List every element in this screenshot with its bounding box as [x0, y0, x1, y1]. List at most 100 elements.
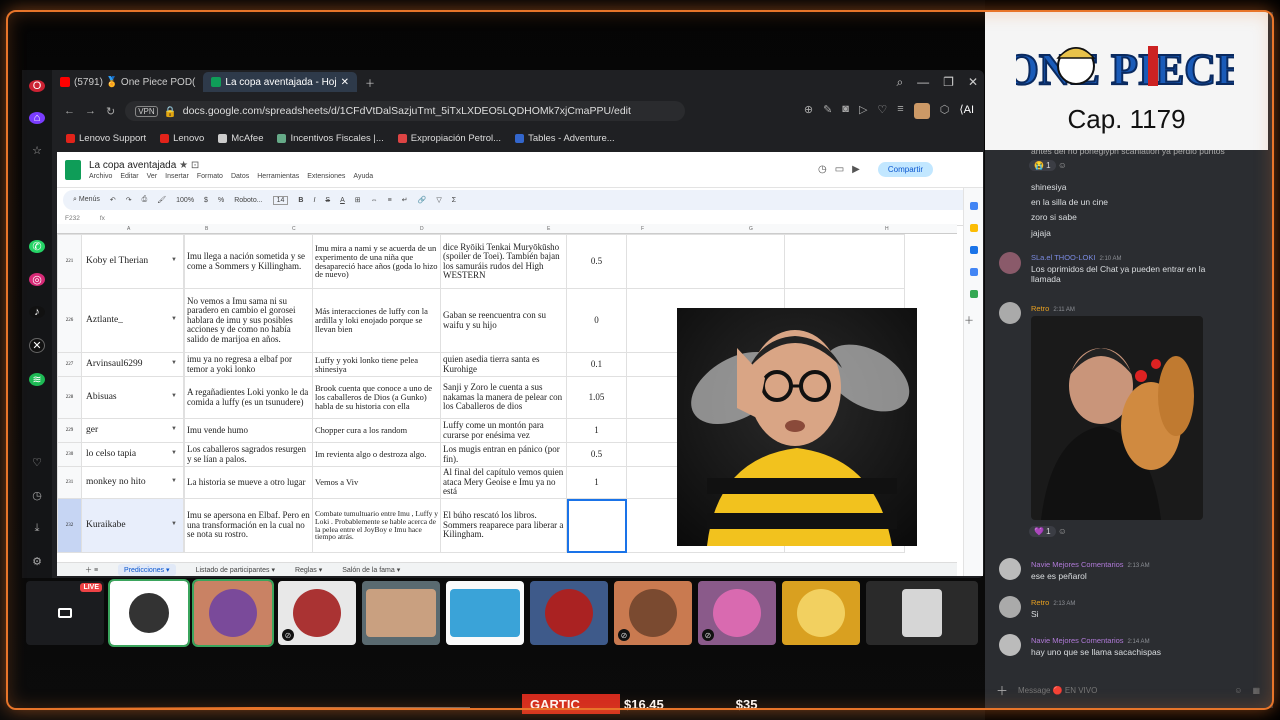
prediction-2-cell[interactable]: Imu mira a nami y se acuerda de un exper… [312, 234, 441, 289]
prediction-1-cell[interactable]: Los caballeros sagrados resurgen y se lí… [184, 442, 313, 467]
col-h[interactable]: H [885, 226, 889, 232]
participant-screen-share[interactable]: LIVE [26, 581, 104, 645]
edit-icon[interactable]: ✎ [823, 103, 832, 119]
participant-tile[interactable] [782, 581, 860, 645]
col-c[interactable]: C [292, 226, 296, 232]
dropdown-arrow-icon[interactable]: ▼ [171, 360, 177, 370]
close-window-button[interactable]: ✕ [968, 75, 978, 89]
reload-icon[interactable]: ↻ [106, 105, 115, 118]
font-size-field[interactable]: 14 [272, 195, 289, 205]
add-addon-icon[interactable]: ＋ [964, 312, 983, 327]
percent-icon[interactable]: % [218, 197, 224, 204]
redo-icon[interactable]: ↷ [126, 196, 132, 204]
bookmark-expropiacion[interactable]: Expropiación Petrol... [397, 133, 501, 144]
participant-tile[interactable] [866, 581, 978, 645]
name-cell[interactable]: ger ▼ [81, 418, 184, 443]
add-reaction-icon[interactable]: ☺ [1058, 160, 1067, 170]
chat-image-attachment[interactable] [1031, 316, 1203, 520]
prediction-2-cell[interactable]: Brook cuenta que conoce a uno de los cab… [312, 376, 441, 419]
score-cell-selected[interactable] [566, 498, 627, 553]
row-number[interactable]: 230 [57, 442, 82, 467]
message-author[interactable]: Navie Mejores Comentarios [1031, 636, 1124, 645]
wrap-icon[interactable]: ↵ [402, 196, 408, 204]
bookmark-tables[interactable]: Tables - Adventure... [515, 133, 615, 144]
prediction-2-cell[interactable]: Chopper cura a los random [312, 418, 441, 443]
prediction-3-cell[interactable]: Luffy come un montón para curarse por en… [440, 418, 567, 443]
history-icon[interactable]: ◷ [29, 489, 45, 502]
profile-avatar[interactable] [913, 103, 930, 119]
keep-icon[interactable] [969, 224, 978, 232]
prediction-3-cell[interactable]: dice Ryōiki Tenkai Muryōkūsho (spoiler d… [440, 234, 567, 289]
prediction-3-cell[interactable]: Al final del capítulo vemos quien ataca … [440, 466, 567, 499]
menu-formato[interactable]: Formato [197, 173, 223, 180]
merge-icon[interactable]: ⇔ [371, 197, 378, 204]
avatar[interactable] [999, 634, 1021, 656]
row-number[interactable]: 228 [57, 376, 82, 419]
video-call-icon[interactable]: ▶ [852, 164, 860, 175]
link-icon[interactable]: 🔗 [418, 196, 427, 204]
empty-cell[interactable] [784, 234, 905, 289]
paint-format-icon[interactable]: 🖌 [157, 196, 166, 204]
score-cell[interactable]: 0 [566, 288, 627, 353]
prediction-2-cell[interactable]: Luffy y yoki lonko tiene pelea shinesiya [312, 352, 441, 377]
menu-archivo[interactable]: Archivo [89, 173, 112, 180]
heart-icon[interactable]: ♡ [29, 456, 45, 469]
col-b[interactable]: B [205, 226, 208, 232]
row-number[interactable]: 232 [57, 498, 82, 553]
text-color-icon[interactable]: A [340, 197, 345, 204]
prediction-2-cell[interactable]: Vemos a Viv [312, 466, 441, 499]
sheet-title[interactable]: La copa aventajada [89, 160, 176, 171]
x-icon[interactable]: ✕ [29, 337, 45, 353]
row-number[interactable]: 227 [57, 352, 82, 377]
dropdown-arrow-icon[interactable]: ▼ [171, 450, 177, 460]
share-button[interactable]: Compartir [877, 162, 933, 177]
align-icon[interactable]: ≡ [388, 197, 392, 204]
score-cell[interactable]: 0.1 [566, 352, 627, 377]
name-cell[interactable]: Arvinsaul6299 ▼ [81, 352, 184, 377]
functions-icon[interactable]: Σ [452, 197, 456, 204]
maps-icon[interactable] [969, 290, 978, 298]
tab-youtube[interactable]: (5791) 🏅 One Piece POD( [52, 72, 203, 92]
dropdown-arrow-icon[interactable]: ▼ [171, 316, 177, 326]
prediction-1-cell[interactable]: No vemos a Imu sama ni su paradero en ca… [184, 288, 313, 353]
italic-icon[interactable]: I [313, 197, 315, 204]
whatsapp-icon[interactable]: ✆ [29, 239, 45, 253]
name-cell[interactable]: monkey no hito ▼ [81, 466, 184, 499]
emoji-icon[interactable]: ☺ [1234, 686, 1242, 695]
reaction-badge[interactable]: 😭 1 [1029, 160, 1056, 171]
dropdown-arrow-icon[interactable]: ▼ [171, 257, 177, 267]
name-cell[interactable]: Aztlante_ ▼ [81, 288, 184, 353]
search-menus[interactable]: ⌕ Menús [73, 196, 100, 204]
participant-tile[interactable] [362, 581, 440, 645]
score-cell[interactable]: 0.5 [566, 442, 627, 467]
instagram-icon[interactable]: ◎ [29, 272, 45, 286]
score-cell[interactable]: 1.05 [566, 376, 627, 419]
participant-tile[interactable] [446, 581, 524, 645]
bookmark-lenovo-support[interactable]: Lenovo Support [66, 133, 146, 144]
participant-tile[interactable]: ⊘ [698, 581, 776, 645]
menu-extensiones[interactable]: Extensiones [307, 173, 345, 180]
print-icon[interactable]: ⎙ [142, 196, 148, 204]
row-number[interactable]: 231 [57, 466, 82, 499]
message-author[interactable]: Navie Mejores Comentarios [1031, 560, 1124, 569]
prediction-3-cell[interactable]: Gaban se reencuentra con su waifu y su h… [440, 288, 567, 353]
sheets-logo-icon[interactable] [65, 159, 81, 180]
prediction-3-cell[interactable]: quien asedia tierra santa es Kurohige [440, 352, 567, 377]
name-cell[interactable]: Koby el Therian ▼ [81, 234, 184, 289]
participant-tile[interactable]: ⊘ [614, 581, 692, 645]
menu-ver[interactable]: Ver [147, 173, 158, 180]
extensions-icon[interactable]: ⬡ [940, 103, 950, 119]
avatar[interactable] [999, 596, 1021, 618]
score-cell[interactable]: 0.5 [566, 234, 627, 289]
tasks-icon[interactable] [969, 246, 978, 254]
prediction-3-cell[interactable]: Sanji y Zoro le cuenta a sus nakamas la … [440, 376, 567, 419]
bold-icon[interactable]: B [298, 197, 303, 204]
undo-icon[interactable]: ↶ [110, 196, 116, 204]
tab-sheets[interactable]: La copa aventajada - Hoj ✕ [203, 72, 357, 92]
message-author[interactable]: Retro [1031, 598, 1049, 607]
message-author[interactable]: Retro [1031, 304, 1049, 313]
prediction-1-cell[interactable]: La historia se mueve a otro lugar [184, 466, 313, 499]
spotify-icon[interactable]: ≋ [29, 372, 45, 386]
dropdown-arrow-icon[interactable]: ▼ [171, 426, 177, 436]
prediction-3-cell[interactable]: Los mugis entran en pánico (por fin). [440, 442, 567, 467]
